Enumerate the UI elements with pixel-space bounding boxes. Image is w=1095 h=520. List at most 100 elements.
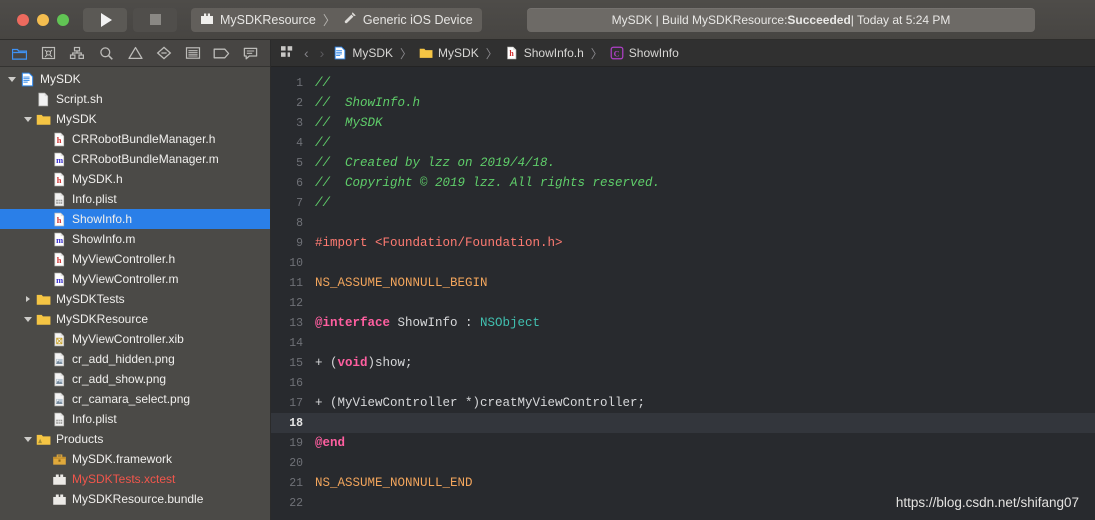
tree-row[interactable]: MySDK bbox=[0, 109, 270, 129]
disclosure-triangle-open-icon[interactable] bbox=[22, 436, 34, 442]
code-line-text: @interface ShowInfo : NSObject bbox=[315, 316, 540, 330]
framework-icon bbox=[51, 451, 67, 467]
navigate-back-button[interactable]: ‹ bbox=[302, 45, 311, 61]
tree-row[interactable]: h ShowInfo.h bbox=[0, 209, 270, 229]
code-line[interactable]: 8 bbox=[271, 213, 1095, 233]
find-navigator-icon[interactable] bbox=[93, 43, 120, 64]
tree-row[interactable]: Products bbox=[0, 429, 270, 449]
tree-row[interactable]: cr_add_show.png bbox=[0, 369, 270, 389]
editor-jump-bar: ‹ › MySDK 〉 MySDK 〉 h ShowInfo.h 〉 C ShowInfo bbox=[271, 40, 1095, 67]
breakpoint-navigator-icon[interactable] bbox=[208, 43, 235, 64]
tree-row-label: MySDK bbox=[40, 72, 81, 86]
disclosure-triangle-closed-icon[interactable] bbox=[22, 296, 34, 302]
source-control-navigator-icon[interactable] bbox=[35, 43, 62, 64]
symbol-navigator-icon[interactable] bbox=[64, 43, 91, 64]
code-line-text: NS_ASSUME_NONNULL_END bbox=[315, 476, 473, 490]
code-line[interactable]: 13 @interface ShowInfo : NSObject bbox=[271, 313, 1095, 333]
tree-row-label: MySDKTests bbox=[56, 292, 125, 306]
scheme-destination-chip[interactable]: MySDKResource 〉 Generic iOS Device bbox=[191, 7, 482, 32]
tree-row[interactable]: h CRRobotBundleManager.h bbox=[0, 129, 270, 149]
bundle-icon bbox=[200, 12, 214, 28]
tree-row[interactable]: MySDKTests bbox=[0, 289, 270, 309]
header-file-icon: h bbox=[51, 171, 67, 187]
breadcrumb-separator: 〉 bbox=[485, 46, 498, 61]
code-line[interactable]: 19 @end bbox=[271, 433, 1095, 453]
code-line[interactable]: 15 + (void)show; bbox=[271, 353, 1095, 373]
code-line[interactable]: 11 NS_ASSUME_NONNULL_BEGIN bbox=[271, 273, 1095, 293]
svg-text:C: C bbox=[613, 49, 619, 58]
tree-row[interactable]: h MyViewController.h bbox=[0, 249, 270, 269]
debug-navigator-icon[interactable] bbox=[179, 43, 206, 64]
code-line[interactable]: 18 bbox=[271, 413, 1095, 433]
tree-row-label: CRRobotBundleManager.m bbox=[72, 152, 219, 166]
code-line[interactable]: 6 // Copyright © 2019 lzz. All rights res… bbox=[271, 173, 1095, 193]
code-line[interactable]: 7 // bbox=[271, 193, 1095, 213]
tree-row[interactable]: MySDKTests.xctest bbox=[0, 469, 270, 489]
tree-row-label: MyViewController.xib bbox=[72, 332, 184, 346]
disclosure-triangle-open-icon[interactable] bbox=[22, 316, 34, 322]
breadcrumb-item[interactable]: MySDK bbox=[333, 46, 393, 60]
code-token: ShowInfo : bbox=[390, 316, 481, 330]
tree-row[interactable]: Script.sh bbox=[0, 89, 270, 109]
code-line[interactable]: 21 NS_ASSUME_NONNULL_END bbox=[271, 473, 1095, 493]
code-line[interactable]: 4 // bbox=[271, 133, 1095, 153]
code-line[interactable]: 2 // ShowInfo.h bbox=[271, 93, 1095, 113]
line-number: 9 bbox=[296, 236, 303, 250]
tree-row[interactable]: m ShowInfo.m bbox=[0, 229, 270, 249]
close-button[interactable] bbox=[17, 13, 29, 26]
minimize-button[interactable] bbox=[37, 13, 49, 26]
run-button[interactable] bbox=[83, 7, 127, 32]
tree-row[interactable]: MyViewController.xib bbox=[0, 329, 270, 349]
xib-file-icon bbox=[51, 331, 67, 347]
tree-row[interactable]: m CRRobotBundleManager.m bbox=[0, 149, 270, 169]
svg-text:h: h bbox=[509, 49, 514, 58]
tree-row[interactable]: h MySDK.h bbox=[0, 169, 270, 189]
test-navigator-icon[interactable] bbox=[150, 43, 177, 64]
tree-row-label: CRRobotBundleManager.h bbox=[72, 132, 216, 146]
line-number: 22 bbox=[289, 496, 303, 510]
breadcrumb[interactable]: MySDK 〉 MySDK 〉 h ShowInfo.h 〉 C ShowInfo bbox=[333, 45, 679, 62]
report-navigator-icon[interactable] bbox=[237, 43, 264, 64]
breadcrumb-item[interactable]: MySDK bbox=[419, 46, 479, 60]
code-token: NS_ASSUME_NONNULL_END bbox=[315, 476, 473, 490]
code-line[interactable]: 14 bbox=[271, 333, 1095, 353]
tree-row-label: Info.plist bbox=[72, 192, 117, 206]
tree-row[interactable]: cr_camara_select.png bbox=[0, 389, 270, 409]
code-line[interactable]: 12 bbox=[271, 293, 1095, 313]
disclosure-triangle-open-icon[interactable] bbox=[6, 76, 18, 82]
breadcrumb-label: ShowInfo.h bbox=[523, 46, 584, 60]
project-navigator-icon[interactable] bbox=[6, 43, 33, 64]
tree-row[interactable]: m MyViewController.m bbox=[0, 269, 270, 289]
code-token: NSObject bbox=[480, 316, 541, 330]
code-line-text: // Created by lzz on 2019/4/18. bbox=[315, 156, 555, 170]
line-number: 20 bbox=[289, 456, 303, 470]
breadcrumb-item[interactable]: h ShowInfo.h bbox=[505, 46, 584, 60]
tree-row[interactable]: MySDK bbox=[0, 69, 270, 89]
tree-row[interactable]: MySDKResource bbox=[0, 309, 270, 329]
tree-row[interactable]: Info.plist bbox=[0, 409, 270, 429]
code-line[interactable]: 20 bbox=[271, 453, 1095, 473]
stop-button[interactable] bbox=[133, 7, 177, 32]
code-line[interactable]: 3 // MySDK bbox=[271, 113, 1095, 133]
tree-row[interactable]: MySDKResource.bundle bbox=[0, 489, 270, 509]
status-suffix: | Today at 5:24 PM bbox=[850, 13, 951, 27]
code-line[interactable]: 17 + (MyViewController *)creatMyViewContr… bbox=[271, 393, 1095, 413]
code-line[interactable]: 10 bbox=[271, 253, 1095, 273]
project-file-tree[interactable]: MySDK Script.sh MySDK h CRRobotBundleManager… bbox=[0, 67, 270, 520]
tree-row[interactable]: MySDK.framework bbox=[0, 449, 270, 469]
navigate-forward-button[interactable]: › bbox=[318, 45, 327, 61]
related-items-icon[interactable] bbox=[280, 45, 295, 61]
folder-icon bbox=[35, 291, 51, 307]
code-line[interactable]: 16 bbox=[271, 373, 1095, 393]
disclosure-triangle-open-icon[interactable] bbox=[22, 116, 34, 122]
code-token: void bbox=[337, 356, 368, 370]
source-editor[interactable]: 1 // 2 // ShowInfo.h 3 // MySDK 4 // 5 // Created… bbox=[271, 67, 1095, 520]
breadcrumb-item[interactable]: C ShowInfo bbox=[610, 46, 679, 60]
code-line[interactable]: 5 // Created by lzz on 2019/4/18. bbox=[271, 153, 1095, 173]
issue-navigator-icon[interactable] bbox=[122, 43, 149, 64]
tree-row[interactable]: Info.plist bbox=[0, 189, 270, 209]
code-line[interactable]: 9 #import <Foundation/Foundation.h> bbox=[271, 233, 1095, 253]
tree-row[interactable]: cr_add_hidden.png bbox=[0, 349, 270, 369]
code-line[interactable]: 1 // bbox=[271, 73, 1095, 93]
zoom-button[interactable] bbox=[57, 13, 69, 26]
